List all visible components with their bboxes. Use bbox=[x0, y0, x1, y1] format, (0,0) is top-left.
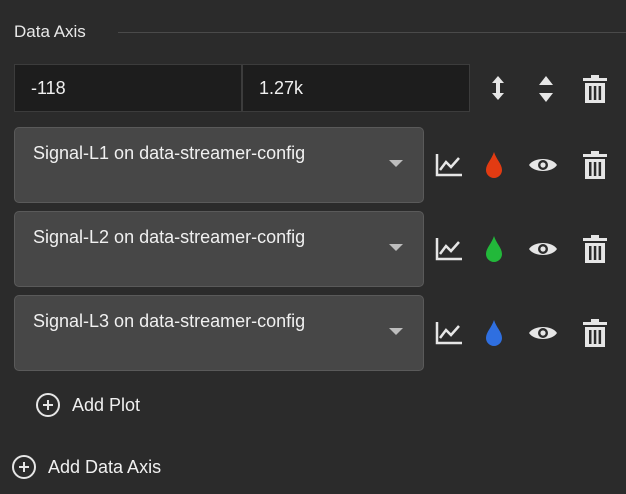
color-drop-icon[interactable] bbox=[482, 316, 506, 350]
plot-label: Signal-L1 on data-streamer-config bbox=[33, 143, 306, 163]
axis-range-row: -118 1.27k bbox=[14, 64, 470, 112]
add-data-axis-button[interactable]: Add Data Axis bbox=[12, 455, 161, 479]
axis-min-input[interactable]: -118 bbox=[14, 64, 242, 112]
trash-icon[interactable] bbox=[580, 148, 610, 182]
eye-icon[interactable] bbox=[526, 150, 560, 180]
plot-select-3[interactable]: Signal-L3 on data-streamer-config bbox=[14, 295, 424, 371]
plot-select-2[interactable]: Signal-L2 on data-streamer-config bbox=[14, 211, 424, 287]
plot-select-1[interactable]: Signal-L1 on data-streamer-config bbox=[14, 127, 424, 203]
line-chart-icon[interactable] bbox=[432, 234, 466, 264]
chevron-down-icon bbox=[389, 160, 403, 167]
axis-max-input[interactable]: 1.27k bbox=[242, 64, 470, 112]
line-chart-icon[interactable] bbox=[432, 318, 466, 348]
line-chart-icon[interactable] bbox=[432, 150, 466, 180]
chevron-down-icon bbox=[389, 328, 403, 335]
header-divider-line bbox=[118, 32, 626, 33]
add-circle-icon bbox=[36, 393, 60, 417]
trash-icon[interactable] bbox=[580, 72, 610, 106]
plot-label: Signal-L3 on data-streamer-config bbox=[33, 311, 306, 331]
color-drop-icon[interactable] bbox=[482, 148, 506, 182]
eye-icon[interactable] bbox=[526, 318, 560, 348]
trash-icon[interactable] bbox=[580, 232, 610, 266]
plot-label: Signal-L2 on data-streamer-config bbox=[33, 227, 306, 247]
trash-icon[interactable] bbox=[580, 316, 610, 350]
chevron-down-icon bbox=[389, 244, 403, 251]
add-plot-label: Add Plot bbox=[72, 394, 141, 415]
eye-icon[interactable] bbox=[526, 234, 560, 264]
sort-up-down-icon[interactable] bbox=[532, 72, 560, 106]
color-drop-icon[interactable] bbox=[482, 232, 506, 266]
add-circle-icon bbox=[12, 455, 36, 479]
data-axis-panel: Data Axis -118 1.27k Signal-L1 on data-s… bbox=[0, 0, 626, 494]
add-plot-button[interactable]: Add Plot bbox=[36, 393, 140, 417]
add-data-axis-label: Add Data Axis bbox=[48, 456, 162, 477]
expand-vertical-icon[interactable] bbox=[484, 74, 512, 102]
section-header-divider bbox=[0, 18, 626, 46]
